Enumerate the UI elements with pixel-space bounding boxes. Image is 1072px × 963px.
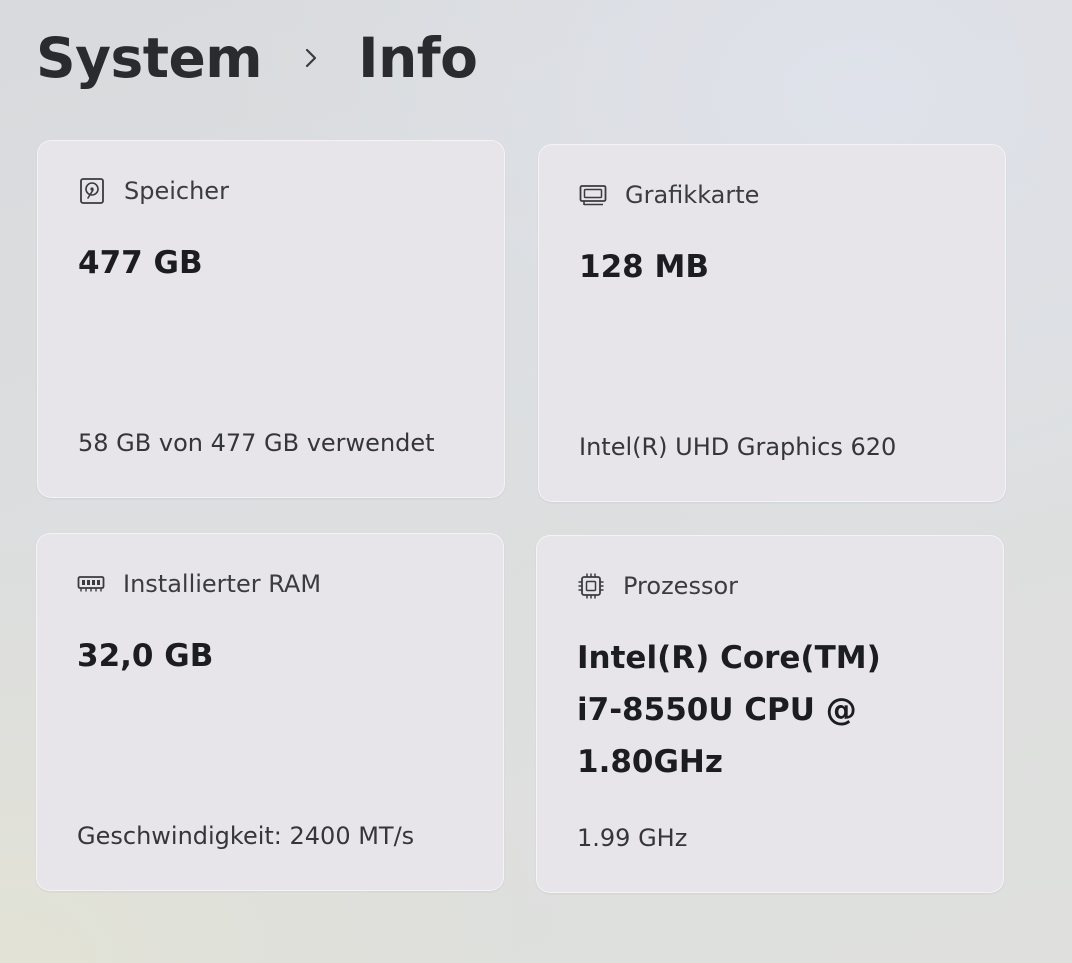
graphics-card-icon (579, 181, 607, 209)
ram-label: Installierter RAM (123, 570, 322, 598)
processor-speed: 1.99 GHz (577, 824, 688, 852)
storage-card-header: Speicher (78, 177, 229, 205)
ram-card: Installierter RAM 32,0 GB Geschwindigkei… (36, 533, 504, 891)
storage-usage: 58 GB von 477 GB verwendet (78, 429, 435, 457)
storage-label: Speicher (124, 177, 229, 205)
processor-value: Intel(R) Core(TM) i7-8550U CPU @ 1.80GHz (577, 640, 881, 780)
graphics-value: 128 MB (579, 249, 709, 285)
graphics-label: Grafikkarte (625, 181, 760, 209)
breadcrumb: System Info (36, 20, 478, 96)
graphics-adapter-name: Intel(R) UHD Graphics 620 (579, 433, 897, 461)
processor-label: Prozessor (623, 572, 738, 600)
ram-card-header: Installierter RAM (77, 570, 321, 598)
ram-speed: Geschwindigkeit: 2400 MT/s (77, 822, 415, 850)
hard-drive-icon (78, 177, 106, 205)
graphics-card-header: Grafikkarte (579, 181, 759, 209)
storage-value: 477 GB (78, 245, 203, 281)
storage-card: Speicher 477 GB 58 GB von 477 GB verwend… (37, 140, 505, 498)
chevron-right-icon (304, 47, 318, 69)
ram-icon (77, 570, 105, 598)
processor-icon (577, 572, 605, 600)
processor-card-header: Prozessor (577, 572, 738, 600)
page-title: Info (358, 26, 478, 90)
breadcrumb-system[interactable]: System (36, 26, 263, 90)
ram-value: 32,0 GB (77, 638, 214, 674)
graphics-card: Grafikkarte 128 MB Intel(R) UHD Graphics… (538, 144, 1006, 502)
processor-card: Prozessor Intel(R) Core(TM) i7-8550U CPU… (536, 535, 1004, 893)
